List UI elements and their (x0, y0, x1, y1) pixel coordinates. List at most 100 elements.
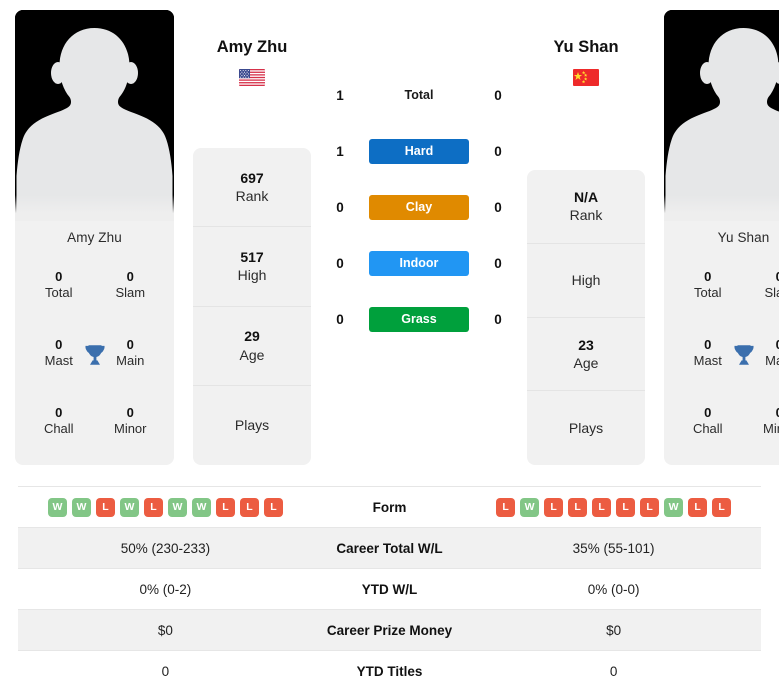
player-card-name-left: Amy Zhu (67, 230, 122, 245)
title-cell-chall-left: 0 Chall (23, 387, 95, 455)
table-row-career-prize-money: $0 Career Prize Money $0 (18, 609, 761, 651)
h2h-right-score: 0 (494, 255, 502, 271)
form-badge-win: W (119, 497, 139, 517)
title-label: Minor (762, 421, 779, 436)
stat-label: Plays (568, 420, 604, 437)
stat-high-left: 517 High (193, 227, 311, 307)
stat-plays-left: Plays (193, 386, 311, 465)
value-right: 0% (0-0) (466, 568, 761, 610)
title-label: Chall (43, 421, 74, 436)
h2h-row-indoor: 0 Indoor 0 (311, 235, 527, 291)
row-label-ytd-titles: YTD Titles (312, 650, 467, 692)
stat-label: Plays (234, 417, 270, 434)
title-value: 0 (55, 404, 63, 420)
form-badge-loss: L (712, 497, 732, 517)
h2h-pill-grass[interactable]: Grass (369, 306, 469, 332)
h2h-right-score: 0 (494, 199, 502, 215)
value-left: 0 (18, 650, 313, 692)
form-badge-loss: L (496, 497, 516, 517)
title-label: Chall (692, 421, 723, 436)
h2h-pill-hard[interactable]: Hard (369, 138, 469, 164)
title-value: 0 (704, 268, 712, 284)
title-value: 0 (55, 268, 63, 284)
h2h-row-grass: 0 Grass 0 (311, 291, 527, 347)
title-cell-slam-right: 0 Slam (744, 251, 779, 319)
title-cell-minor-left: 0 Minor (95, 387, 167, 455)
form-badge-loss: L (263, 497, 283, 517)
stat-age-right: 23 Age (527, 318, 645, 392)
player-name-left: Amy Zhu (216, 38, 288, 56)
value-right: $0 (466, 609, 761, 651)
h2h-left-score: 1 (336, 143, 344, 159)
title-value: 0 (776, 337, 779, 353)
table-row-form: WWLWLWWLLL Form LWLLLLLWLL (18, 486, 761, 528)
stat-rank-left: 697 Rank (193, 148, 311, 228)
head-to-head-column: 1 Total 0 1 Hard 0 0 Clay 0 0 Indoor 0 0 (311, 10, 527, 472)
h2h-left-score: 0 (336, 255, 344, 271)
table-row-ytd-titles: 0 YTD Titles 0 (18, 650, 761, 692)
form-badge-loss: L (239, 497, 259, 517)
stat-label: Age (239, 346, 265, 363)
h2h-label-total: Total (404, 88, 434, 102)
value-left: 50% (230-233) (18, 527, 313, 569)
player-name-right: Yu Shan (553, 38, 619, 56)
h2h-row-total: 1 Total 0 (311, 67, 527, 123)
title-cell-minor-right: 0 Minor (744, 387, 779, 455)
form-strip-right: LWLLLLLWLL (480, 497, 747, 517)
value-right: 0 (466, 650, 761, 692)
trophy-icon (84, 345, 105, 365)
player-name-header-left: Amy Zhu (193, 38, 311, 86)
titles-grid-left: 0 Total 0 Slam 0 Mast 0 Main 0 Chall 0 M… (15, 245, 174, 465)
title-label: Total (45, 285, 73, 300)
stat-age-left: 29 Age (193, 307, 311, 386)
title-label: Main (765, 353, 779, 368)
player-silhouette-icon (15, 10, 174, 221)
player-card-name-right: Yu Shan (717, 230, 770, 245)
table-row-ytd-wl: 0% (0-2) YTD W/L 0% (0-0) (18, 568, 761, 610)
form-badge-loss: L (568, 497, 588, 517)
title-value: 0 (126, 336, 134, 352)
form-badge-loss: L (592, 497, 612, 517)
stat-value: 517 (240, 249, 264, 266)
stat-label: Rank (235, 188, 269, 205)
player-comparison-page: Amy Zhu 0 Total 0 Slam 0 Mast 0 Main 0 C… (0, 0, 779, 699)
stat-high-right: High (527, 244, 645, 318)
cn-flag-icon (573, 69, 599, 86)
title-label: Mast (44, 353, 73, 368)
form-badge-win: W (520, 497, 540, 517)
player-card-left[interactable]: Amy Zhu 0 Total 0 Slam 0 Mast 0 Main 0 C… (15, 10, 174, 465)
h2h-pill-indoor[interactable]: Indoor (369, 250, 469, 276)
title-value: 0 (126, 268, 134, 284)
stat-value: 23 (578, 336, 594, 353)
comparison-table: WWLWLWWLLL Form LWLLLLLWLL 50% (230-233)… (18, 486, 761, 692)
form-badge-win: W (71, 497, 91, 517)
title-label: Slam (115, 285, 146, 300)
stat-label: High (571, 272, 601, 289)
value-left: 0% (0-2) (18, 568, 313, 610)
stats-column-left: 697 Rank 517 High 29 Age Plays (193, 148, 311, 465)
title-label: Main (116, 353, 145, 368)
title-label: Total (694, 285, 722, 300)
player-name-header-right: Yu Shan (527, 38, 645, 86)
title-value: 0 (55, 336, 63, 352)
title-value: 0 (126, 404, 134, 420)
form-cell-right: LWLLLLLWLL (466, 486, 761, 528)
h2h-left-score: 1 (336, 87, 344, 103)
h2h-row-clay: 0 Clay 0 (311, 179, 527, 235)
value-right: 35% (55-101) (466, 527, 761, 569)
h2h-pill-clay[interactable]: Clay (369, 194, 469, 220)
h2h-right-score: 0 (494, 311, 502, 327)
h2h-right-score: 0 (494, 143, 502, 159)
stat-rank-right: N/A Rank (527, 170, 645, 244)
h2h-left-score: 0 (336, 311, 344, 327)
player-card-right[interactable]: Yu Shan 0 Total 0 Slam 0 Mast 0 Main (664, 10, 779, 465)
form-badge-loss: L (688, 497, 708, 517)
titles-grid-right: 0 Total 0 Slam 0 Mast 0 Main 0 Chall (664, 245, 779, 465)
form-badge-loss: L (95, 497, 115, 517)
row-label-ytd-wl: YTD W/L (312, 568, 467, 610)
title-cell-total-right: 0 Total (672, 251, 744, 319)
stat-value: 29 (244, 328, 260, 345)
stat-label: Rank (569, 207, 603, 224)
form-badge-loss: L (640, 497, 660, 517)
title-value: 0 (704, 336, 712, 352)
